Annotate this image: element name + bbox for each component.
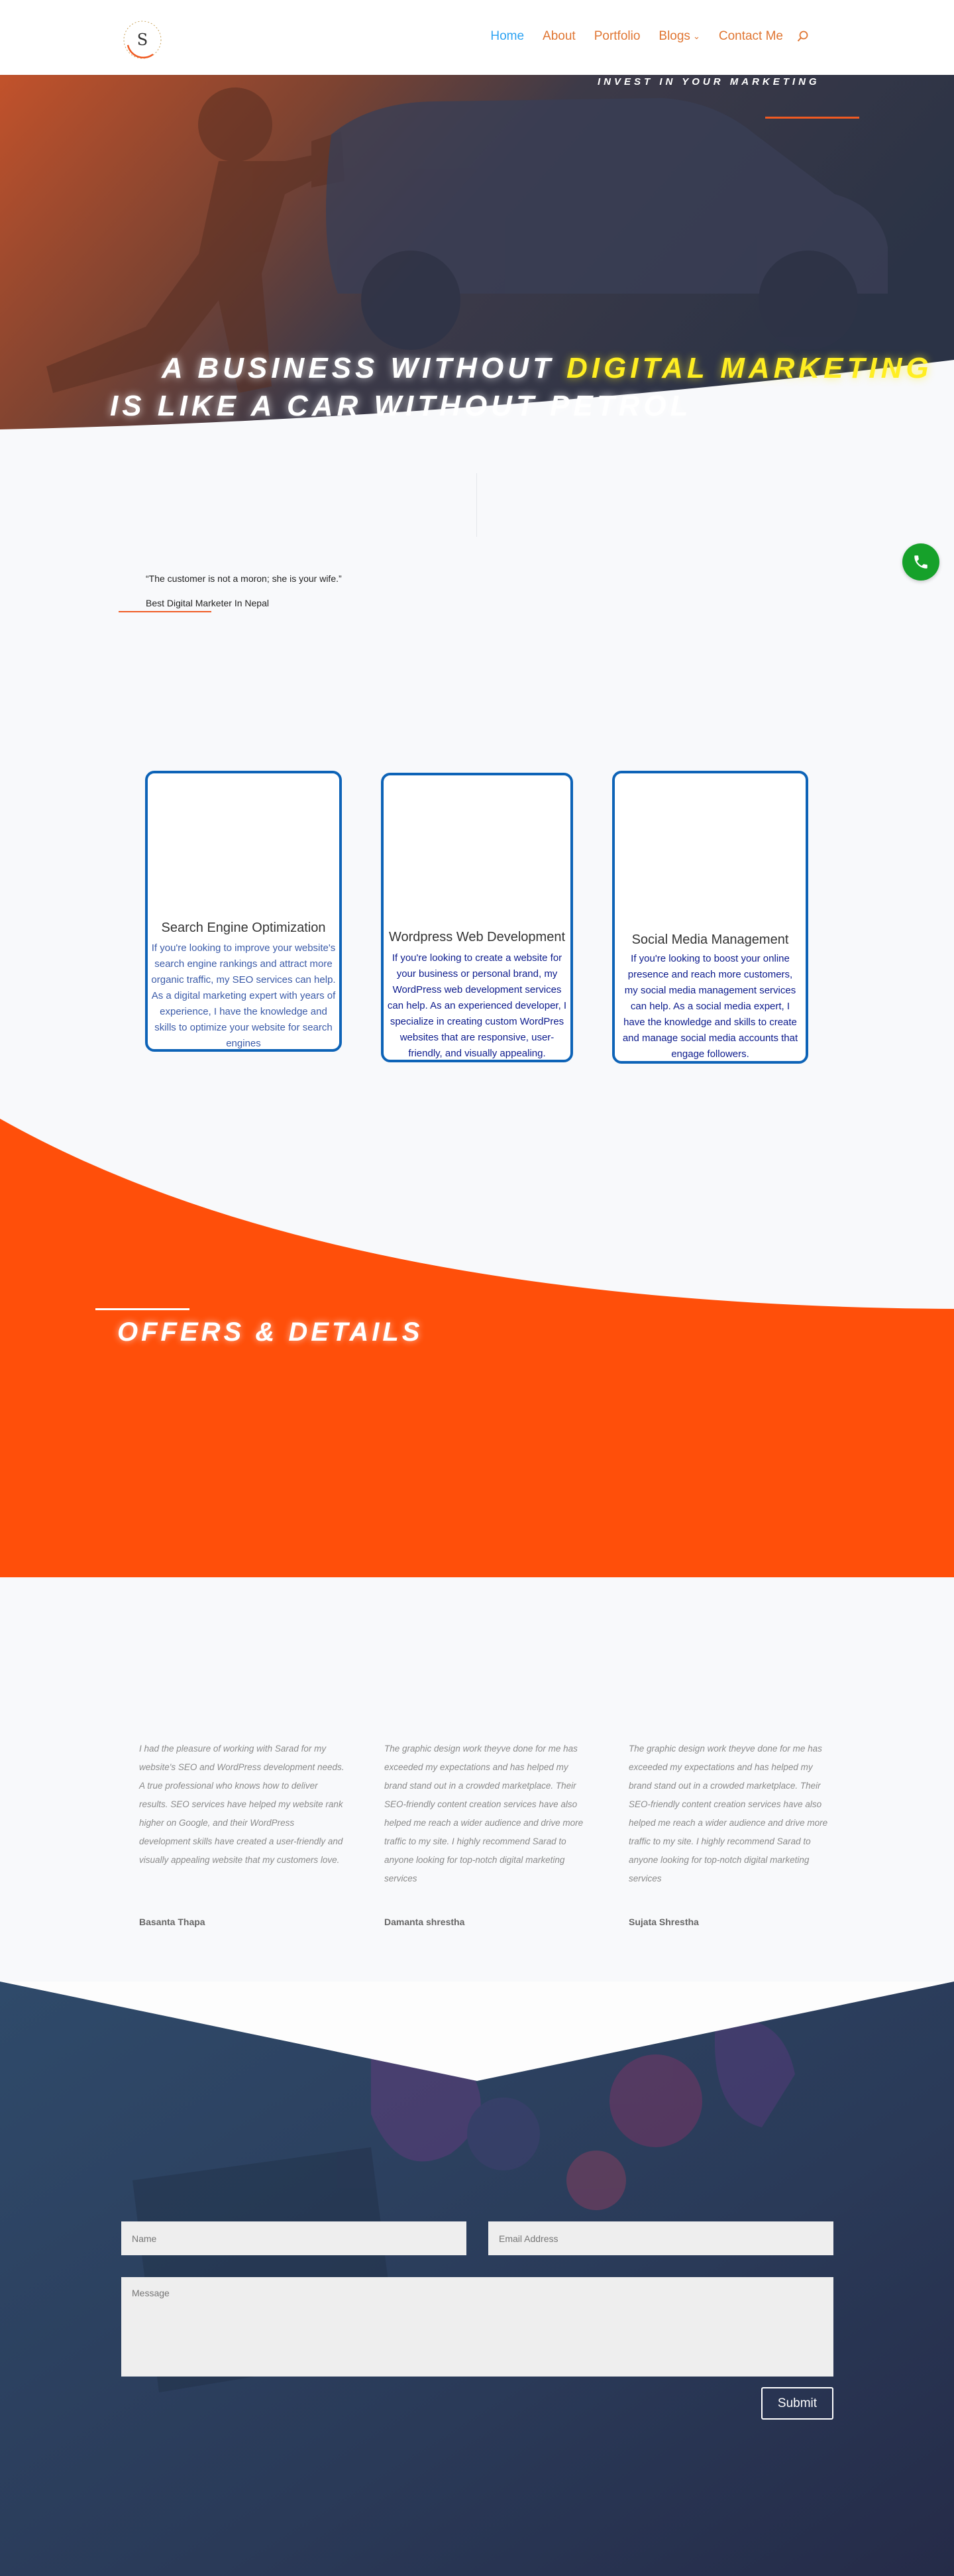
- offers-title: OFFERS & DETAILS: [117, 1317, 423, 1347]
- hero-headline-white: A BUSINESS WITHOUT: [162, 352, 567, 384]
- nav-blogs[interactable]: Blogs ⌄: [659, 29, 700, 44]
- nav-portfolio[interactable]: Portfolio: [594, 29, 641, 44]
- message-input[interactable]: [121, 2277, 833, 2377]
- service-title: Search Engine Optimization: [161, 921, 326, 935]
- main-nav: Home About Portfolio Blogs ⌄ Contact Me: [472, 29, 810, 44]
- hero-section: INVEST IN YOUR MARKETING A BUSINESS WITH…: [0, 75, 954, 453]
- offers-section: OFFERS & DETAILS: [0, 1107, 954, 1577]
- about-divider: [119, 611, 211, 612]
- service-text: If you're looking to boost your online p…: [622, 953, 798, 1060]
- submit-button[interactable]: Submit: [761, 2387, 833, 2420]
- contact-section: Submit: [0, 1982, 954, 2576]
- service-text: If you're looking to create a website fo…: [387, 952, 567, 1059]
- search-icon[interactable]: [796, 30, 810, 43]
- testimonial: The graphic design work theyve done for …: [384, 1740, 590, 1927]
- service-card-wordpress: Wordpress Web Development If you're look…: [381, 773, 573, 1062]
- chevron-down-icon: ⌄: [692, 31, 700, 41]
- svg-text:S: S: [137, 30, 148, 49]
- testimonial-author: Damanta shrestha: [384, 1917, 465, 1927]
- nav-home[interactable]: Home: [490, 29, 524, 44]
- vertical-divider: [476, 473, 477, 537]
- service-text: If you're looking to improve your websit…: [151, 942, 336, 1049]
- email-input[interactable]: [488, 2221, 833, 2255]
- phone-icon: [914, 555, 928, 569]
- hero-headline-line1: A BUSINESS WITHOUT DIGITAL MARKETING: [162, 352, 933, 385]
- nav-about[interactable]: About: [543, 29, 576, 44]
- testimonial-text: The graphic design work theyve done for …: [629, 1744, 828, 1883]
- testimonial-author: Sujata Shrestha: [629, 1917, 699, 1927]
- site-header: S Home About Portfolio Blogs ⌄ Contact Me: [0, 0, 954, 75]
- testimonial-author: Basanta Thapa: [139, 1917, 205, 1927]
- about-caption: Best Digital Marketer In Nepal: [146, 598, 269, 608]
- call-button[interactable]: [902, 543, 939, 581]
- testimonial: I had the pleasure of working with Sarad…: [139, 1740, 344, 1927]
- testimonial-text: The graphic design work theyve done for …: [384, 1744, 584, 1883]
- site-logo[interactable]: S: [121, 19, 164, 61]
- service-title: Social Media Management: [631, 932, 789, 947]
- nav-contact[interactable]: Contact Me: [719, 29, 783, 44]
- hero-divider: [765, 117, 859, 119]
- testimonial-text: I had the pleasure of working with Sarad…: [139, 1744, 344, 1865]
- about-quote: “The customer is not a moron; she is you…: [146, 573, 342, 584]
- service-card-seo: Search Engine Optimization If you're loo…: [145, 771, 342, 1052]
- service-title: Wordpress Web Development: [388, 930, 566, 944]
- offers-divider: [95, 1308, 189, 1310]
- service-card-social: Social Media Management If you're lookin…: [612, 771, 808, 1064]
- hero-tagline: INVEST IN YOUR MARKETING: [598, 76, 820, 87]
- nav-blogs-label: Blogs: [659, 29, 690, 43]
- hero-headline-line2: IS LIKE A CAR WITHOUT PETROL: [110, 390, 692, 422]
- testimonial: The graphic design work theyve done for …: [629, 1740, 834, 1927]
- hero-headline-highlight: DIGITAL MARKETING: [566, 352, 933, 384]
- name-input[interactable]: [121, 2221, 466, 2255]
